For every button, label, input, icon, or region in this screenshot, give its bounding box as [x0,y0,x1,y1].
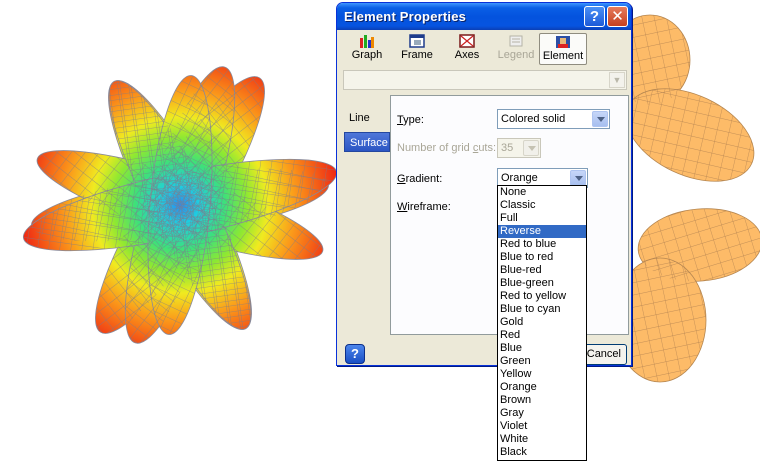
gradient-option[interactable]: None [498,186,586,199]
gradient-option[interactable]: Blue to cyan [498,303,586,316]
axes-icon [459,34,475,48]
wireframe-label: Wireframe: [397,201,451,213]
toolbar-axes-label: Axes [454,49,480,61]
element-icon [556,36,570,48]
gradient-option[interactable]: Red to blue [498,238,586,251]
chevron-down-icon [523,140,539,156]
toolbar-element-label: Element [542,50,584,62]
gradient-option[interactable]: Blue to red [498,251,586,264]
type-select-value: Colored solid [501,113,566,125]
help-button[interactable]: ? [345,344,365,364]
graph-icon [360,35,374,48]
toolbar-graph-button[interactable]: Graph [347,33,387,65]
gradient-option[interactable]: Brown [498,394,586,407]
close-button[interactable]: ✕ [607,6,628,27]
frame-icon [409,34,425,48]
gradient-option[interactable]: Violet [498,420,586,433]
type-select[interactable]: Colored solid [497,109,610,129]
gradient-option[interactable]: Green [498,355,586,368]
legend-icon [509,35,523,47]
title-bar[interactable]: Element Properties ? ✕ [337,3,631,30]
element-selector-combo[interactable]: ▼ [343,70,627,90]
chevron-down-icon [570,170,586,186]
title-help-button[interactable]: ? [584,6,605,27]
tab-line[interactable]: Line [344,108,390,128]
toolbar-legend-button[interactable]: Legend [495,33,537,65]
type-label: Type: [397,114,424,126]
element-properties-dialog: Element Properties ? ✕ Graph Frame Axes [336,2,632,366]
gradient-label: Gradient: [397,173,443,185]
gradient-option[interactable]: Full [498,212,586,225]
gradient-option[interactable]: White [498,433,586,446]
grid-cuts-select[interactable]: 35 [497,138,541,158]
tab-surface[interactable]: Surface [344,132,390,152]
gradient-option[interactable]: Black [498,446,586,459]
gradient-option[interactable]: Blue-green [498,277,586,290]
gradient-dropdown-list[interactable]: None Classic Full Reverse Red to blue Blue to… [497,185,587,461]
grid-cuts-label: Number of grid cuts: [397,142,497,154]
gradient-option[interactable]: Orange [498,381,586,394]
gradient-option[interactable]: Blue-red [498,264,586,277]
gradient-option[interactable]: Reverse [498,225,586,238]
gradient-option[interactable]: Gray [498,407,586,420]
toolbar-legend-label: Legend [497,49,535,61]
toolbar-graph-label: Graph [351,49,383,61]
gradient-option[interactable]: Red to yellow [498,290,586,303]
chevron-down-icon [592,111,608,127]
toolbar-frame-button[interactable]: Frame [397,33,437,65]
gradient-option[interactable]: Classic [498,199,586,212]
gradient-option[interactable]: Red [498,329,586,342]
grid-cuts-value: 35 [501,142,514,154]
chevron-down-icon: ▼ [609,72,625,88]
gradient-option[interactable]: Gold [498,316,586,329]
gradient-option[interactable]: Yellow [498,368,586,381]
gradient-select-value: Orange [501,172,538,184]
gradient-option[interactable]: Blue [498,342,586,355]
orange-surface [609,14,760,383]
toolbar-element-button[interactable]: Element [539,33,587,65]
toolbar-axes-button[interactable]: Axes [447,33,487,65]
toolbar-frame-label: Frame [401,49,433,61]
flower-surface [22,66,338,344]
dialog-title: Element Properties [344,9,467,24]
